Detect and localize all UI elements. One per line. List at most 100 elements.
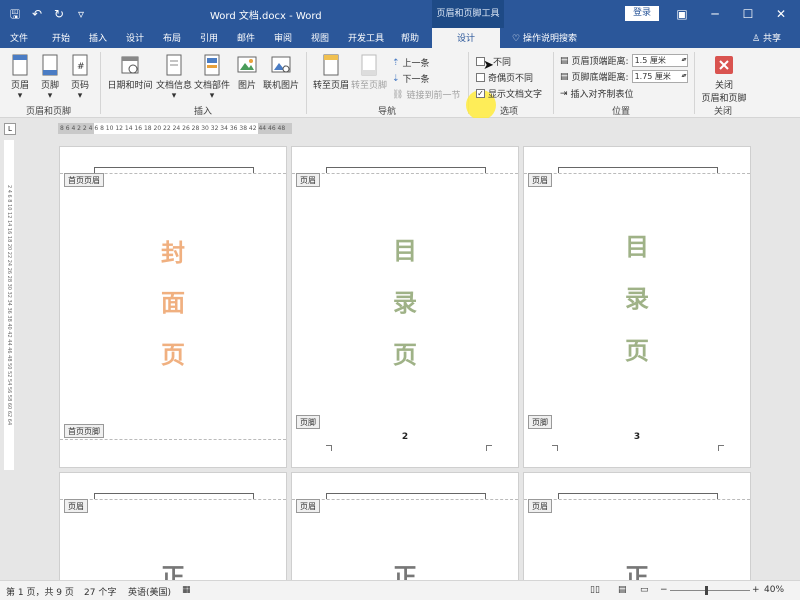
next-button[interactable]: ⇣ 下一条 <box>392 72 430 86</box>
header-button[interactable]: 页眉 ▾ <box>6 54 34 101</box>
footer-button[interactable]: 页脚 ▾ <box>36 54 64 101</box>
share-button[interactable]: ♙ 共享 <box>752 31 781 44</box>
page-body-3[interactable]: 页眉 正 <box>523 472 751 580</box>
horizontal-ruler[interactable]: 8 6 4 2 2 4 6 8 10 12 14 16 18 20 22 24 … <box>58 123 292 134</box>
page-number-label: 页码 <box>70 81 89 91</box>
goto-footer-icon <box>361 54 377 76</box>
tab-header-footer-design[interactable]: 设计 <box>432 28 500 48</box>
person-icon: ♙ <box>752 34 763 44</box>
web-layout-icon[interactable]: ▭ <box>640 585 649 595</box>
ruler-numbers: 8 6 4 2 2 4 6 8 10 12 14 16 18 20 22 24 … <box>60 125 286 132</box>
group-label-insert: 插入 <box>194 107 213 117</box>
minimize-icon[interactable]: ─ <box>705 4 725 24</box>
goto-header-button[interactable]: 转至页眉 <box>312 54 350 91</box>
tab-design[interactable]: 设计 <box>126 31 144 44</box>
page-number: 3 <box>633 432 641 442</box>
tab-help[interactable]: 帮助 <box>401 31 419 44</box>
help-search[interactable]: ♡ 操作说明搜索 <box>512 31 577 44</box>
word-count-status[interactable]: 27 个字 <box>84 585 116 598</box>
goto-header-label: 转至页眉 <box>312 81 349 91</box>
page-char: 正 <box>161 563 185 580</box>
page-body-1[interactable]: 页眉 正 <box>59 472 287 580</box>
maximize-icon[interactable]: ☐ <box>738 4 758 24</box>
picture-icon <box>237 56 257 73</box>
footer-bottom-input[interactable]: 1.75 厘米 <box>631 70 688 83</box>
header-distance-icon: ▤ <box>560 55 569 66</box>
goto-footer-button[interactable]: 转至页脚 <box>350 54 388 91</box>
undo-icon[interactable]: ↶ <box>28 5 46 23</box>
previous-button[interactable]: ⇡ 上一条 <box>392 56 430 70</box>
document-area[interactable]: 首页页眉 封 面 页 首页页脚 页眉 目 录 页 页脚 2 页眉 目 录 页 页… <box>18 140 800 580</box>
goto-footer-label: 转至页脚 <box>350 81 387 91</box>
footer-button-label: 页脚 <box>40 81 59 91</box>
read-mode-icon[interactable]: ▯▯ <box>590 585 600 595</box>
link-to-previous-button[interactable]: ⛓ 链接到前一节 <box>392 88 460 102</box>
ribbon: 页眉 ▾ 页脚 ▾ # 页码 ▾ 页眉和页脚 日期和时间 文档信息 ▾ 文档部件 ▾ 图片… <box>0 48 800 120</box>
zoom-slider-thumb[interactable] <box>705 586 708 595</box>
tab-selector[interactable]: L <box>4 123 16 135</box>
page-body-2[interactable]: 页眉 正 <box>291 472 519 580</box>
previous-icon: ⇡ <box>392 57 400 68</box>
page-toc-1[interactable]: 页眉 目 录 页 页脚 2 <box>291 146 519 468</box>
page-char: 正 <box>625 563 649 580</box>
close-header-footer-button[interactable]: 关闭 页眉和页脚 <box>698 54 750 104</box>
insert-alignment-tab-button[interactable]: ⇥ 插入对齐制表位 <box>560 87 634 101</box>
group-label-close: 关闭 <box>714 107 733 117</box>
zoom-slider[interactable] <box>670 590 750 591</box>
picture-label: 图片 <box>237 81 256 91</box>
close-icon[interactable]: ✕ <box>771 4 791 24</box>
customize-qat-icon[interactable]: ▿ <box>72 5 90 23</box>
ribbon-display-options-icon[interactable]: ▣ <box>672 4 692 24</box>
language-status[interactable]: 英语(美国) <box>128 585 171 598</box>
header-top-label: 页眉顶端距离: <box>571 57 629 67</box>
ribbon-tabs: 文件 开始 插入 设计 布局 引用 邮件 审阅 视图 开发工具 帮助 设计 ♡ … <box>0 28 800 48</box>
tab-insert[interactable]: 插入 <box>89 31 107 44</box>
tab-mailings[interactable]: 邮件 <box>237 31 255 44</box>
tab-home[interactable]: 开始 <box>52 31 70 44</box>
print-layout-icon[interactable]: ▤ <box>618 585 627 595</box>
tab-review[interactable]: 审阅 <box>274 31 292 44</box>
date-time-button[interactable]: 日期和时间 <box>106 54 154 91</box>
header-top-input[interactable]: 1.5 厘米 <box>631 54 688 67</box>
tab-file[interactable]: 文件 <box>10 31 28 44</box>
page-cover[interactable]: 首页页眉 封 面 页 首页页脚 <box>59 146 287 468</box>
header-tag: 页眉 <box>528 173 552 187</box>
tab-references[interactable]: 引用 <box>200 31 218 44</box>
odd-even-different-label: 奇偶页不同 <box>488 74 534 84</box>
page-count-status[interactable]: 第 1 页，共 9 页 <box>6 585 74 598</box>
previous-label: 上一条 <box>402 59 430 69</box>
page-char: 页 <box>625 337 649 365</box>
header-boundary <box>292 173 518 174</box>
tab-view[interactable]: 视图 <box>311 31 329 44</box>
picture-button[interactable]: 图片 <box>233 54 261 91</box>
zoom-out-icon[interactable]: − <box>660 585 668 595</box>
odd-even-different-check <box>476 73 485 82</box>
redo-icon[interactable]: ↻ <box>50 5 68 23</box>
zoom-level[interactable]: 40% <box>764 585 784 595</box>
zoom-in-icon[interactable]: + <box>752 585 760 595</box>
save-icon[interactable]: 🖫 <box>6 5 24 23</box>
vertical-ruler[interactable]: 2 4 6 8 10 12 14 16 18 20 22 24 26 28 30… <box>4 140 14 470</box>
page-toc-2[interactable]: 页眉 目 录 页 页脚 3 <box>523 146 751 468</box>
lightbulb-icon: ♡ <box>512 34 523 44</box>
show-document-text-checkbox[interactable]: ✓ 显示文档文字 <box>476 87 542 100</box>
tab-developer[interactable]: 开发工具 <box>348 31 384 44</box>
page-number: 2 <box>401 432 409 442</box>
alignment-tab-icon: ⇥ <box>560 88 568 99</box>
show-document-text-check: ✓ <box>476 89 485 98</box>
online-picture-icon <box>271 56 291 73</box>
share-label: 共享 <box>762 34 781 44</box>
page-number-button[interactable]: # 页码 ▾ <box>66 54 94 101</box>
tab-layout[interactable]: 布局 <box>163 31 181 44</box>
quick-access-toolbar: 🖫 ↶ ↻ ▿ <box>6 5 90 23</box>
header-top-distance: ▤ 页眉顶端距离: 1.5 厘米 <box>560 54 688 67</box>
help-search-label: 操作说明搜索 <box>522 34 577 44</box>
footer-boundary <box>60 439 286 440</box>
signin-button[interactable]: 登录 <box>625 6 659 21</box>
macro-record-icon[interactable]: ▦ <box>182 585 191 595</box>
header-boundary <box>60 499 286 500</box>
odd-even-different-checkbox[interactable]: 奇偶页不同 <box>476 71 533 84</box>
quick-parts-button[interactable]: 文档部件 ▾ <box>194 54 230 101</box>
online-picture-button[interactable]: 联机图片 <box>262 54 300 91</box>
doc-info-button[interactable]: 文档信息 ▾ <box>156 54 192 101</box>
